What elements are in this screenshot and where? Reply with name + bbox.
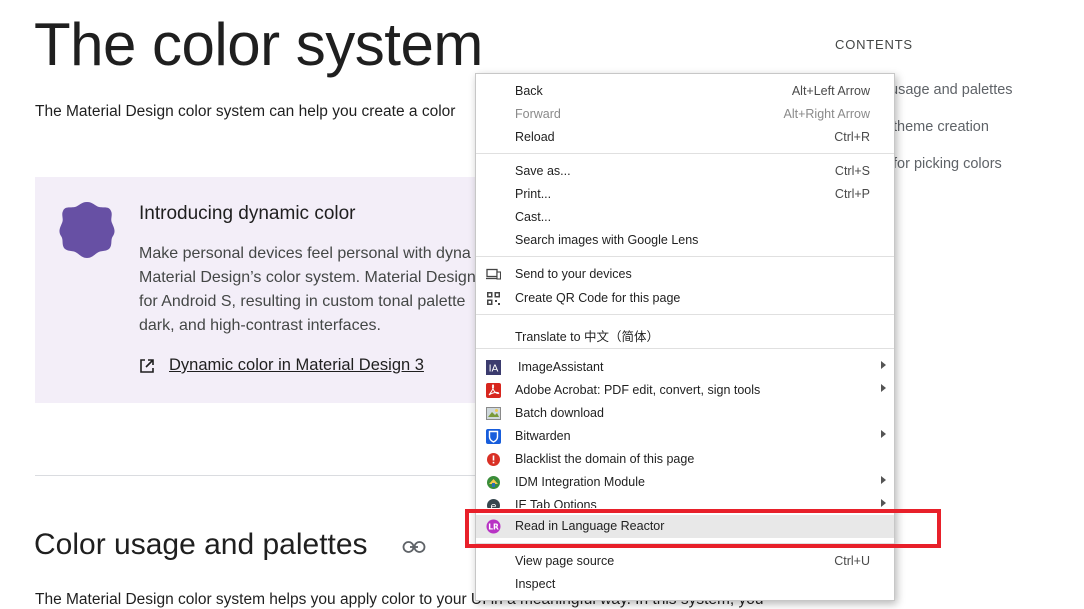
page-title: The color system (34, 11, 483, 78)
menu-item-reload[interactable]: Reload Ctrl+R (476, 126, 894, 149)
menu-item-qr-code[interactable]: Create QR Code for this page (476, 287, 894, 310)
highlight-annotation-box (465, 509, 941, 548)
batch-download-icon (486, 407, 501, 420)
submenu-arrow-icon (881, 476, 886, 484)
link-icon[interactable] (402, 540, 426, 554)
submenu-arrow-icon (881, 361, 886, 369)
qr-code-icon (487, 292, 500, 305)
menu-item-inspect[interactable]: Inspect (476, 573, 894, 596)
dynamic-color-blob-icon (59, 202, 115, 258)
menu-item-view-source[interactable]: View page source Ctrl+U (476, 550, 894, 573)
bitwarden-icon (486, 429, 501, 444)
toc-label: CONTENTS (835, 37, 913, 52)
open-in-new-icon (140, 359, 154, 373)
intro-text: The Material Design color system can hel… (35, 103, 456, 120)
menu-item-google-lens[interactable]: Search images with Google Lens (476, 229, 894, 252)
menu-item-back[interactable]: Back Alt+Left Arrow (476, 80, 894, 103)
idm-icon (487, 476, 500, 489)
menu-item-cast[interactable]: Cast... (476, 206, 894, 229)
imageassistant-icon: IA (486, 360, 501, 375)
menu-item-imageassistant[interactable]: IA ImageAssistant (476, 356, 894, 379)
submenu-arrow-icon (881, 430, 886, 438)
menu-item-send-to-devices[interactable]: Send to your devices (476, 263, 894, 286)
menu-separator (476, 256, 894, 257)
toc-item[interactable]: theme creation (893, 119, 989, 135)
callout-text-line: for Android S, resulting in custom tonal… (139, 293, 466, 310)
section-divider (35, 475, 505, 476)
dynamic-color-link[interactable]: Dynamic color in Material Design 3 (169, 356, 424, 375)
menu-item-bitwarden[interactable]: Bitwarden (476, 425, 894, 448)
menu-item-batch-download[interactable]: Batch download (476, 402, 894, 425)
svg-text:e: e (490, 502, 496, 509)
callout-title: Introducing dynamic color (139, 203, 356, 224)
menu-separator (476, 348, 894, 349)
callout-text-line: Make personal devices feel personal with… (139, 245, 471, 262)
menu-item-idm[interactable]: IDM Integration Module (476, 471, 894, 494)
svg-text:IA: IA (489, 364, 499, 375)
menu-separator (476, 153, 894, 154)
menu-separator (476, 314, 894, 315)
ie-tab-icon: e (487, 499, 500, 509)
shortcut: Ctrl+U (834, 554, 870, 568)
acrobat-icon (486, 383, 501, 398)
toc-item[interactable]: for picking colors (893, 156, 1002, 172)
callout-text-line: dark, and high-contrast interfaces. (139, 317, 381, 334)
section-heading: Color usage and palettes (34, 528, 368, 561)
menu-item-print[interactable]: Print... Ctrl+P (476, 183, 894, 206)
menu-item-forward[interactable]: Forward Alt+Right Arrow (476, 103, 894, 126)
menu-item-adobe-acrobat[interactable]: Adobe Acrobat: PDF edit, convert, sign t… (476, 379, 894, 402)
menu-item-translate[interactable]: Translate to 中文（简体） (476, 322, 894, 345)
menu-item-blacklist[interactable]: Blacklist the domain of this page (476, 448, 894, 471)
shortcut: Ctrl+S (834, 164, 870, 178)
callout-text-line: Material Design’s color system. Material… (139, 269, 476, 286)
shortcut: Alt+Right Arrow (783, 107, 871, 121)
toc-item[interactable]: usage and palettes (890, 82, 1013, 98)
menu-item-ie-tab[interactable]: e IE Tab Options (476, 494, 894, 508)
shortcut: Alt+Left Arrow (791, 84, 870, 98)
shortcut: Ctrl+P (834, 187, 870, 201)
submenu-arrow-icon (881, 499, 886, 507)
blacklist-icon (487, 453, 500, 466)
shortcut: Ctrl+R (834, 130, 870, 144)
devices-icon (486, 268, 501, 280)
menu-item-save-as[interactable]: Save as... Ctrl+S (476, 160, 894, 183)
submenu-arrow-icon (881, 384, 886, 392)
